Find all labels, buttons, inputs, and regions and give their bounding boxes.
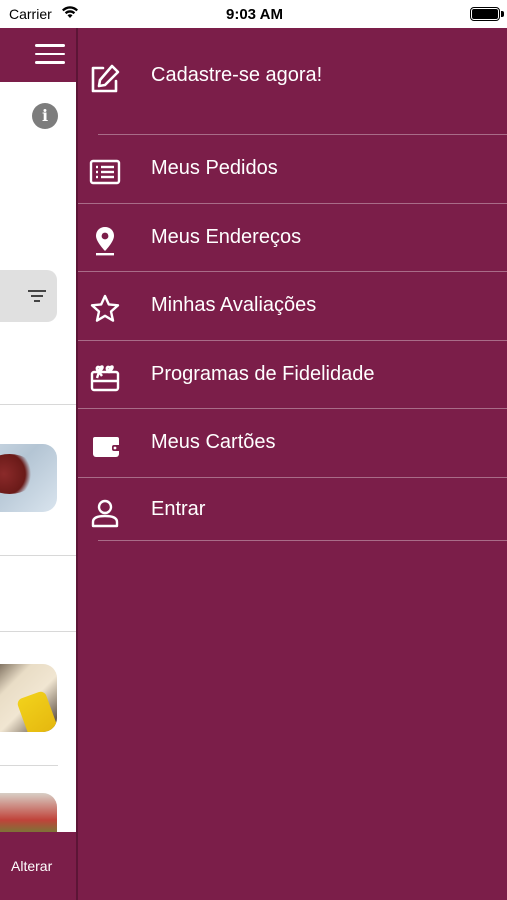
- star-icon: [88, 292, 122, 324]
- menu-item-label: Meus Cartões: [151, 431, 276, 453]
- menu-item-signup[interactable]: Cadastre-se agora!: [78, 42, 507, 110]
- app-header: [0, 28, 78, 82]
- divider: [0, 631, 78, 632]
- edit-icon: [88, 62, 122, 94]
- info-icon[interactable]: i: [32, 103, 58, 129]
- menu-item-login[interactable]: Entrar: [78, 476, 507, 544]
- menu-item-addresses[interactable]: Meus Endereços: [78, 204, 507, 272]
- product-image[interactable]: [0, 444, 57, 512]
- user-icon: [88, 496, 122, 528]
- clock: 9:03 AM: [226, 6, 283, 23]
- hamburger-menu-icon[interactable]: [35, 44, 65, 66]
- menu-item-label: Minhas Avaliações: [151, 294, 317, 316]
- status-bar: Carrier 9:03 AM: [0, 0, 507, 28]
- divider: [0, 404, 78, 405]
- menu-item-label: Cadastre-se agora!: [151, 64, 323, 86]
- battery-icon: [470, 7, 500, 21]
- menu-item-reviews[interactable]: Minhas Avaliações: [78, 272, 507, 340]
- menu-item-label: Entrar: [151, 498, 206, 520]
- menu-item-orders[interactable]: Meus Pedidos: [78, 135, 507, 203]
- alterar-button[interactable]: Alterar: [0, 832, 78, 900]
- battery-tip: [501, 11, 504, 17]
- wallet-icon: [88, 429, 122, 461]
- carrier-label: Carrier: [9, 6, 52, 22]
- menu-item-label: Meus Endereços: [151, 226, 302, 248]
- navigation-drawer: Cadastre-se agora! Meus Pedidos Meus End…: [78, 28, 507, 900]
- menu-item-label: Programas de Fidelidade: [151, 363, 375, 385]
- location-pin-icon: [88, 224, 122, 256]
- background-screen: i Alterar: [0, 28, 78, 900]
- alterar-label: Alterar: [11, 858, 53, 874]
- menu-item-label: Meus Pedidos: [151, 157, 278, 179]
- filter-icon[interactable]: [28, 290, 46, 304]
- wifi-icon: [61, 5, 79, 22]
- divider: [0, 555, 78, 556]
- divider: [0, 765, 58, 766]
- menu-item-cards[interactable]: Meus Cartões: [78, 409, 507, 477]
- list-icon: [88, 155, 122, 187]
- divider: [98, 540, 507, 541]
- menu-item-loyalty[interactable]: Programas de Fidelidade: [78, 341, 507, 409]
- product-image[interactable]: [0, 664, 57, 732]
- gift-card-icon: [88, 361, 122, 393]
